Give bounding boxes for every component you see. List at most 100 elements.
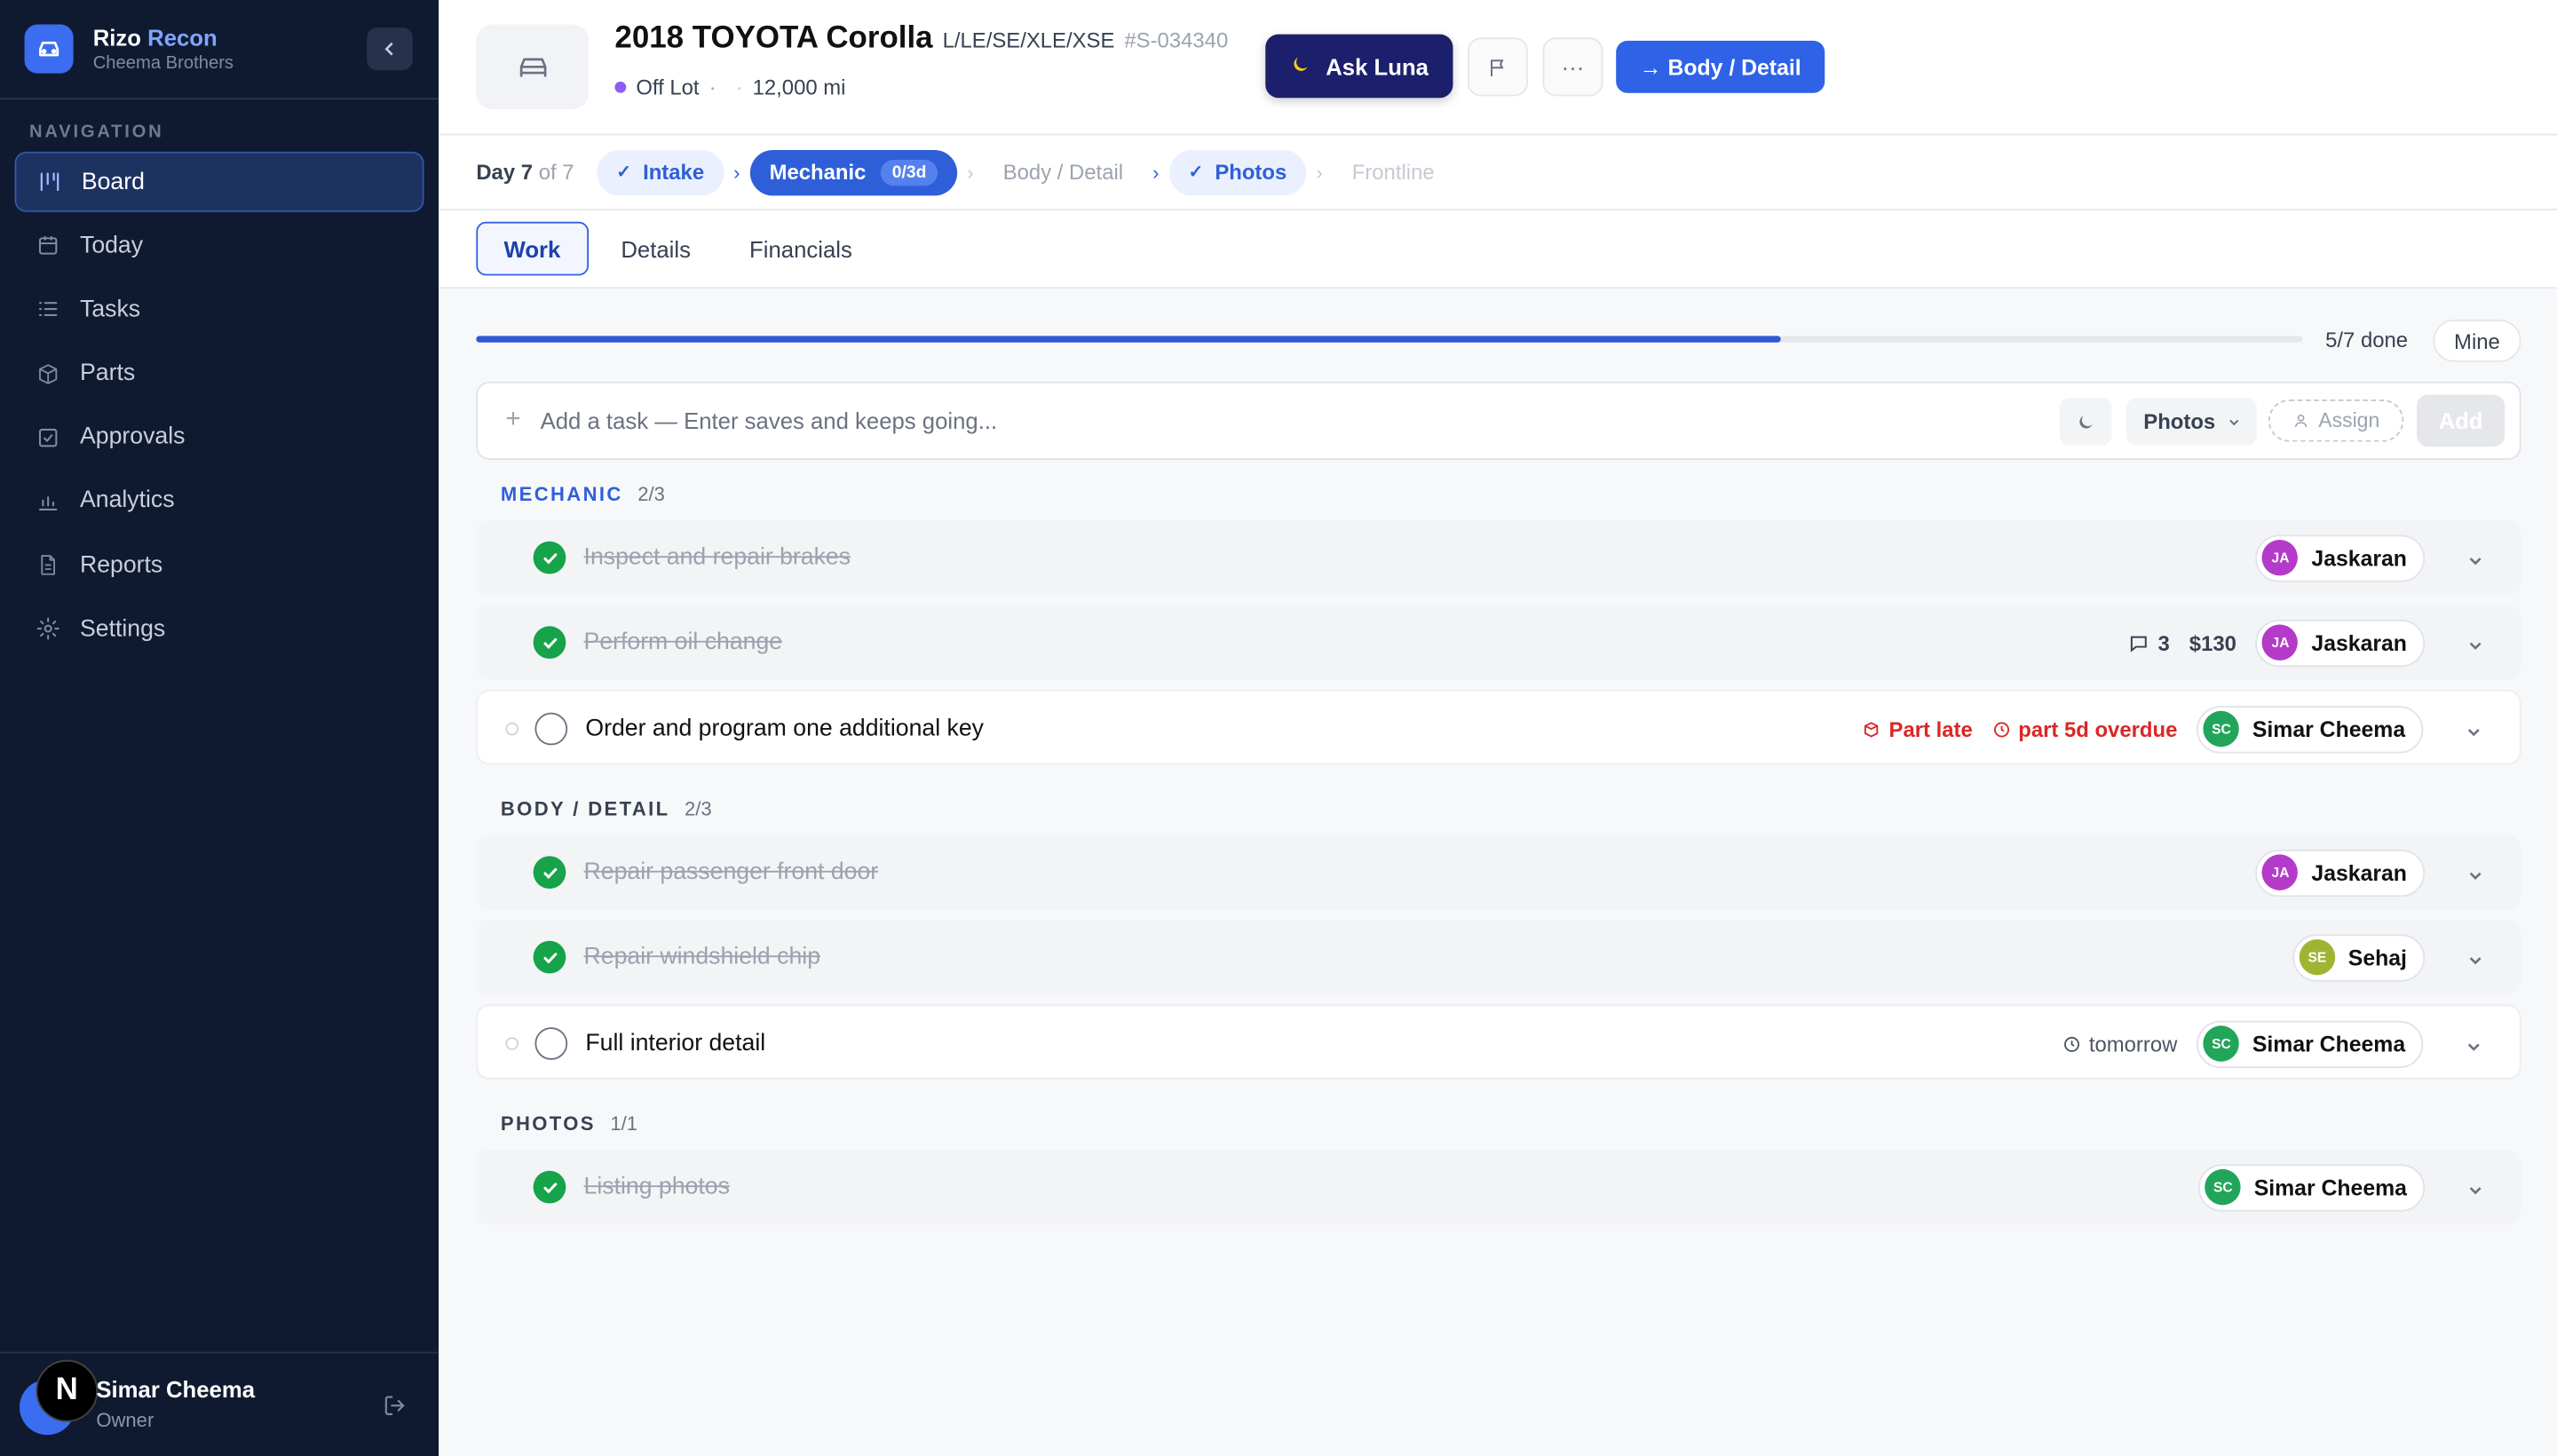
task-name[interactable]: Order and program one additional key (585, 716, 984, 741)
task-cost: $130 (2189, 629, 2236, 655)
due-badge: part 5d overdue (1992, 716, 2177, 741)
task-row[interactable]: Listing photos SC Simar Cheema (476, 1149, 2521, 1225)
group-title: BODY / DETAIL (500, 797, 670, 820)
chevron-down-icon[interactable] (2467, 633, 2483, 650)
assignee-chip[interactable]: SC Simar Cheema (2198, 1163, 2426, 1211)
tab-financials[interactable]: Financials (724, 222, 879, 276)
add-task-box[interactable]: + Add a task — Enter saves and keeps goi… (476, 381, 2521, 460)
stage-photos[interactable]: ✓ Photos (1168, 149, 1307, 195)
brand-name: Rizo Recon (93, 25, 234, 51)
check-circle-icon[interactable] (533, 940, 566, 974)
sidebar-item-board[interactable]: Board (14, 151, 424, 212)
stage-intake[interactable]: ✓ Intake (597, 149, 724, 195)
stage-list: ✓ Intake › Mechanic 0/3d › Body / Detail › ✓ Phot… (597, 149, 1454, 195)
task-row[interactable]: Repair windshield chip SE Sehaj (476, 919, 2521, 995)
stage-body-detail[interactable]: Body / Detail (984, 149, 1143, 194)
sidebar-item-parts[interactable]: Parts (15, 344, 424, 404)
assignee-chip[interactable]: JA Jaskaran (2255, 534, 2426, 582)
task-row[interactable]: Inspect and repair brakes JA Jaskaran (476, 519, 2521, 596)
n-badge-icon[interactable]: N (36, 1359, 99, 1422)
user-name: Simar Cheema (96, 1376, 256, 1403)
stock-number: #S-034340 (1124, 28, 1229, 52)
sidebar-item-settings[interactable]: Settings (15, 599, 424, 660)
stage-select[interactable]: Photos (2126, 398, 2257, 446)
vehicle-name: 2018 TOYOTA Corolla (614, 20, 933, 56)
check-circle-icon[interactable] (533, 541, 566, 574)
add-task-button[interactable]: Add (2416, 394, 2506, 447)
task-row[interactable]: Full interior detail tomorrow SC Simar Chee… (476, 1004, 2521, 1080)
task-name[interactable]: Inspect and repair brakes (584, 544, 851, 570)
status-badge[interactable]: Off Lot (636, 75, 699, 99)
collapse-sidebar-button[interactable] (367, 28, 413, 70)
chevron-down-icon[interactable] (2467, 863, 2483, 880)
chevron-down-icon[interactable] (2466, 1033, 2482, 1051)
stage-mechanic[interactable]: Mechanic 0/3d (749, 149, 958, 195)
task-progress: 5/7 done Mine (476, 314, 2521, 363)
avatar: JA (2262, 624, 2299, 661)
flag-button[interactable] (1468, 37, 1528, 97)
task-row[interactable]: Repair passenger front door JA Jaskaran (476, 835, 2521, 910)
task-meta: tomorrow SC Simar Cheema (2043, 1006, 2424, 1080)
sidebar: Rizo Recon Cheema Brothers NAVIGATION Bo… (0, 0, 439, 1456)
sidebar-item-approvals[interactable]: Approvals (15, 408, 424, 468)
moon-toggle-button[interactable] (2059, 398, 2112, 446)
task-row[interactable]: Order and program one additional key Part… (476, 689, 2521, 765)
logout-icon[interactable] (384, 1394, 407, 1425)
add-task-input[interactable]: Add a task — Enter saves and keeps going… (541, 408, 998, 433)
drag-handle-icon[interactable] (505, 722, 519, 736)
mine-filter-button[interactable]: Mine (2433, 319, 2521, 362)
task-checkbox[interactable] (534, 712, 568, 746)
task-name[interactable]: Listing photos (584, 1174, 730, 1199)
check-circle-icon[interactable] (533, 1170, 566, 1204)
check-circle-icon[interactable] (533, 856, 566, 890)
more-options-button[interactable]: ··· (1542, 37, 1603, 97)
package-icon (1863, 720, 1880, 738)
task-meta: JA Jaskaran (2236, 835, 2426, 909)
chevron-down-icon[interactable] (2467, 1177, 2483, 1195)
task-row[interactable]: Perform oil change 3 $130 JA Jaskaran (476, 605, 2521, 680)
sidebar-item-label: Analytics (79, 487, 175, 515)
box-icon (35, 360, 60, 386)
sidebar-item-analytics[interactable]: Analytics (15, 471, 424, 532)
task-name[interactable]: Repair passenger front door (584, 859, 879, 885)
tab-work[interactable]: Work (476, 221, 589, 276)
sidebar-item-today[interactable]: Today (15, 216, 424, 276)
chevron-down-icon[interactable] (2467, 548, 2483, 566)
board-icon (36, 169, 61, 194)
brand-name-part2: Recon (147, 24, 218, 51)
avatar: JA (2262, 854, 2299, 890)
advance-stage-button[interactable]: → Body / Detail (1616, 40, 1825, 93)
part-status-label: Part late (1888, 716, 1973, 741)
comment-count[interactable]: 3 (2128, 630, 2170, 654)
chevron-down-icon[interactable] (2466, 719, 2482, 737)
stage-separator-icon: › (733, 160, 740, 184)
main-area: 2018 TOYOTA Corolla L/LE/SE/XLE/XSE #S-034… (439, 0, 2557, 1456)
assignee-name: Simar Cheema (2253, 1175, 2407, 1199)
mileage: 12,000 mi (752, 75, 846, 100)
chevron-down-icon[interactable] (2467, 947, 2483, 965)
check-circle-icon[interactable] (533, 626, 566, 660)
comment-icon (2128, 632, 2149, 653)
sidebar-item-tasks[interactable]: Tasks (15, 280, 424, 340)
ask-luna-button[interactable]: Ask Luna (1265, 34, 1453, 99)
vehicle-meta: Off Lot · · 12,000 mi (614, 75, 845, 99)
sidebar-item-label: Settings (79, 615, 166, 643)
assignee-chip[interactable]: JA Jaskaran (2255, 619, 2426, 667)
assign-button[interactable]: Assign (2268, 399, 2404, 442)
assignee-chip[interactable]: SE Sehaj (2292, 933, 2426, 981)
stage-frontline[interactable]: Frontline (1333, 149, 1454, 194)
drag-handle-icon[interactable] (505, 1037, 519, 1050)
task-name[interactable]: Repair windshield chip (584, 944, 820, 969)
assignee-chip[interactable]: SC Simar Cheema (2197, 705, 2424, 753)
progress-fill (476, 336, 1781, 343)
assignee-chip[interactable]: SC Simar Cheema (2197, 1019, 2424, 1068)
vehicle-trim: L/LE/SE/XLE/XSE (942, 28, 1115, 52)
sidebar-item-reports[interactable]: Reports (15, 535, 424, 596)
task-checkbox[interactable] (534, 1027, 568, 1060)
assignee-chip[interactable]: JA Jaskaran (2255, 849, 2426, 897)
sidebar-item-label: Parts (79, 360, 136, 387)
task-name[interactable]: Full interior detail (585, 1031, 765, 1056)
task-name[interactable]: Perform oil change (584, 629, 783, 655)
tab-details[interactable]: Details (595, 222, 716, 276)
ask-luna-label: Ask Luna (1326, 52, 1429, 80)
